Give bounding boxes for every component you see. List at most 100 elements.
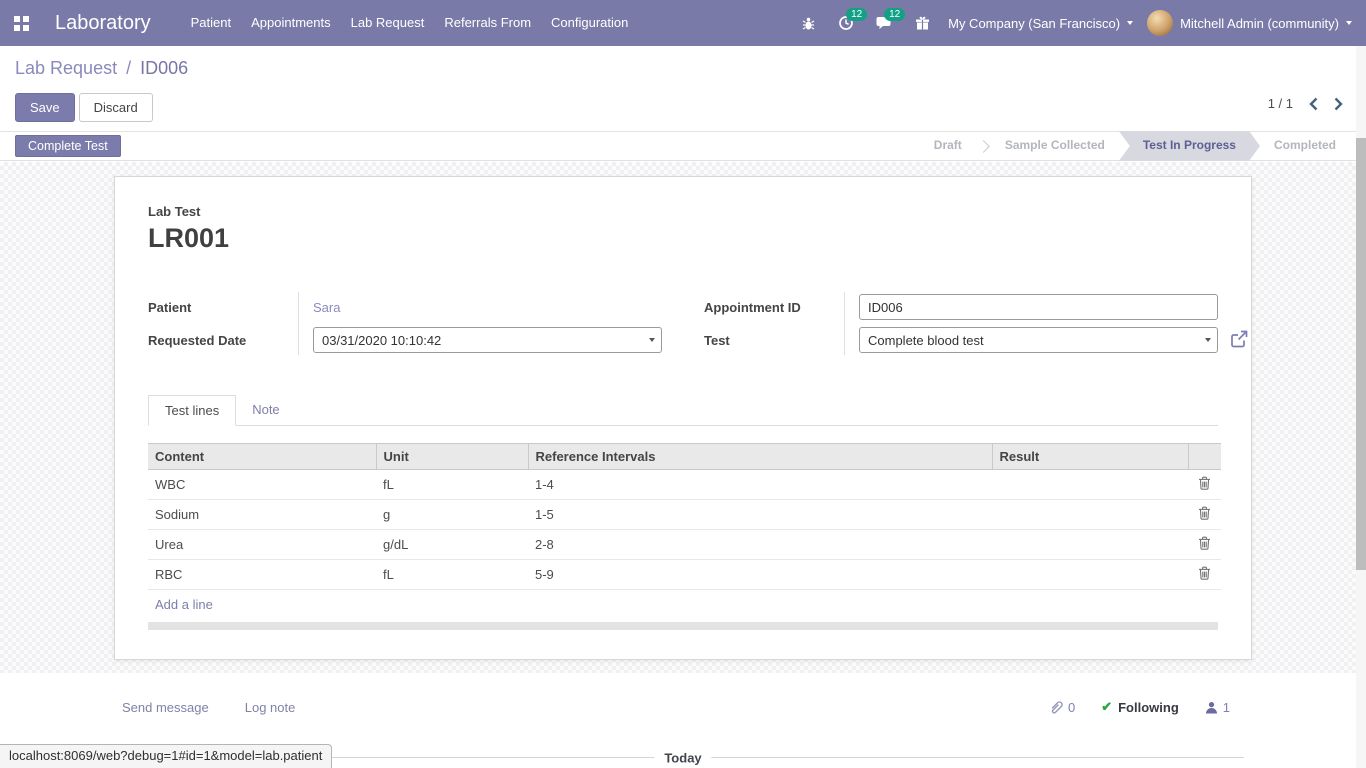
activity-count-badge: 12 [846, 8, 867, 21]
cell-reference[interactable]: 1-4 [528, 470, 992, 500]
breadcrumb-current: ID006 [140, 58, 188, 78]
cell-content[interactable]: RBC [148, 560, 376, 590]
user-menu[interactable]: Mitchell Admin (community) [1147, 10, 1352, 36]
stage-chevron-icon [977, 140, 990, 153]
col-result[interactable]: Result [992, 444, 1188, 470]
rewards-gift-icon[interactable] [910, 11, 934, 35]
right-field-group: Appointment ID Test Complete blood test [704, 292, 1218, 355]
col-reference-intervals[interactable]: Reference Intervals [528, 444, 992, 470]
save-button[interactable]: Save [15, 93, 75, 122]
attachments-button[interactable]: 0 [1049, 700, 1075, 715]
table-row[interactable]: Sodium g 1-5 [148, 500, 1221, 530]
user-name: Mitchell Admin (community) [1180, 16, 1339, 31]
cell-reference[interactable]: 2-8 [528, 530, 992, 560]
form-buttons: Save Discard [15, 93, 153, 122]
app-brand[interactable]: Laboratory [55, 12, 151, 35]
table-row[interactable]: WBC fL 1-4 [148, 470, 1221, 500]
requested-date-label: Requested Date [148, 333, 246, 348]
cell-reference[interactable]: 5-9 [528, 560, 992, 590]
external-link-icon[interactable] [1229, 329, 1249, 349]
company-name: My Company (San Francisco) [948, 16, 1120, 31]
attachment-count: 0 [1068, 700, 1075, 715]
today-label: Today [654, 751, 711, 766]
cell-result[interactable] [992, 500, 1188, 530]
debug-bug-icon[interactable] [796, 11, 820, 35]
vertical-scrollbar-thumb[interactable] [1356, 138, 1366, 570]
cell-result[interactable] [992, 530, 1188, 560]
cell-reference[interactable]: 1-5 [528, 500, 992, 530]
statusbar: Complete Test Draft Sample Collected Tes… [0, 131, 1366, 161]
log-note-link[interactable]: Log note [245, 700, 296, 715]
form-background: Lab Test LR001 Patient Requested Date Sa… [0, 162, 1366, 673]
cell-unit[interactable]: g [376, 500, 528, 530]
messages-chat-icon[interactable]: 12 [872, 11, 896, 35]
breadcrumb: Lab Request / ID006 [15, 58, 188, 79]
cell-content[interactable]: Sodium [148, 500, 376, 530]
check-icon: ✔ [1101, 699, 1112, 715]
delete-row-button[interactable] [1188, 560, 1221, 590]
menu-appointments[interactable]: Appointments [241, 0, 341, 46]
delete-row-button[interactable] [1188, 530, 1221, 560]
tab-test-lines[interactable]: Test lines [148, 395, 236, 426]
requested-date-input[interactable] [313, 327, 662, 353]
delete-row-button[interactable] [1188, 500, 1221, 530]
vertical-scrollbar-track[interactable] [1356, 46, 1366, 768]
table-row[interactable]: Urea g/dL 2-8 [148, 530, 1221, 560]
complete-test-button[interactable]: Complete Test [15, 135, 121, 157]
notebook-tabs: Test lines Note [148, 395, 1218, 426]
company-switcher[interactable]: My Company (San Francisco) [948, 16, 1133, 31]
trash-icon [1198, 506, 1211, 520]
delete-row-button[interactable] [1188, 470, 1221, 500]
discard-button[interactable]: Discard [79, 93, 153, 122]
breadcrumb-separator: / [122, 58, 135, 78]
test-select[interactable]: Complete blood test [859, 327, 1218, 353]
paperclip-icon [1049, 700, 1063, 715]
follower-count: 1 [1223, 700, 1230, 715]
cell-content[interactable]: WBC [148, 470, 376, 500]
navbar-right: 12 12 My Company (San Francisco) Mitchel… [796, 10, 1352, 36]
chevron-left-icon[interactable] [1309, 97, 1318, 111]
field-groups: Patient Requested Date Sara [148, 292, 1218, 355]
following-button[interactable]: ✔ Following [1101, 699, 1179, 715]
menu-patient[interactable]: Patient [181, 0, 241, 46]
table-horizontal-scrollbar[interactable] [148, 622, 1218, 630]
main-menu: Patient Appointments Lab Request Referra… [181, 0, 639, 46]
chevron-right-icon[interactable] [1334, 97, 1343, 111]
followers-button[interactable]: 1 [1205, 700, 1230, 715]
chevron-down-icon [1127, 21, 1133, 25]
cell-unit[interactable]: g/dL [376, 530, 528, 560]
stage-test-in-progress[interactable]: Test In Progress [1119, 131, 1260, 161]
top-navbar: Laboratory Patient Appointments Lab Requ… [0, 0, 1366, 46]
record-title: LR001 [148, 223, 1218, 254]
tab-note[interactable]: Note [236, 395, 295, 425]
stage-completed[interactable]: Completed [1260, 131, 1350, 161]
stage-draft[interactable]: Draft [920, 131, 976, 161]
trash-icon [1198, 566, 1211, 580]
menu-referrals-from[interactable]: Referrals From [434, 0, 541, 46]
cell-content[interactable]: Urea [148, 530, 376, 560]
cell-unit[interactable]: fL [376, 470, 528, 500]
add-a-line-link[interactable]: Add a line [148, 590, 1218, 619]
patient-value-link[interactable]: Sara [313, 300, 340, 315]
trash-icon [1198, 476, 1211, 490]
col-unit[interactable]: Unit [376, 444, 528, 470]
breadcrumb-lab-request[interactable]: Lab Request [15, 58, 117, 78]
apps-menu-icon[interactable] [14, 16, 29, 31]
activities-clock-icon[interactable]: 12 [834, 11, 858, 35]
menu-lab-request[interactable]: Lab Request [341, 0, 435, 46]
chevron-down-icon [1346, 21, 1352, 25]
table-row[interactable]: RBC fL 5-9 [148, 560, 1221, 590]
menu-configuration[interactable]: Configuration [541, 0, 638, 46]
cell-result[interactable] [992, 560, 1188, 590]
appointment-id-input[interactable] [859, 294, 1218, 320]
col-content[interactable]: Content [148, 444, 376, 470]
patient-label: Patient [148, 300, 191, 315]
stage-pipeline: Draft Sample Collected Test In Progress … [920, 131, 1350, 161]
stage-sample-collected[interactable]: Sample Collected [991, 131, 1119, 161]
cell-result[interactable] [992, 470, 1188, 500]
col-actions [1188, 444, 1221, 470]
table-header-row: Content Unit Reference Intervals Result [148, 444, 1221, 470]
form-sheet: Lab Test LR001 Patient Requested Date Sa… [114, 176, 1252, 660]
send-message-link[interactable]: Send message [122, 700, 209, 715]
cell-unit[interactable]: fL [376, 560, 528, 590]
